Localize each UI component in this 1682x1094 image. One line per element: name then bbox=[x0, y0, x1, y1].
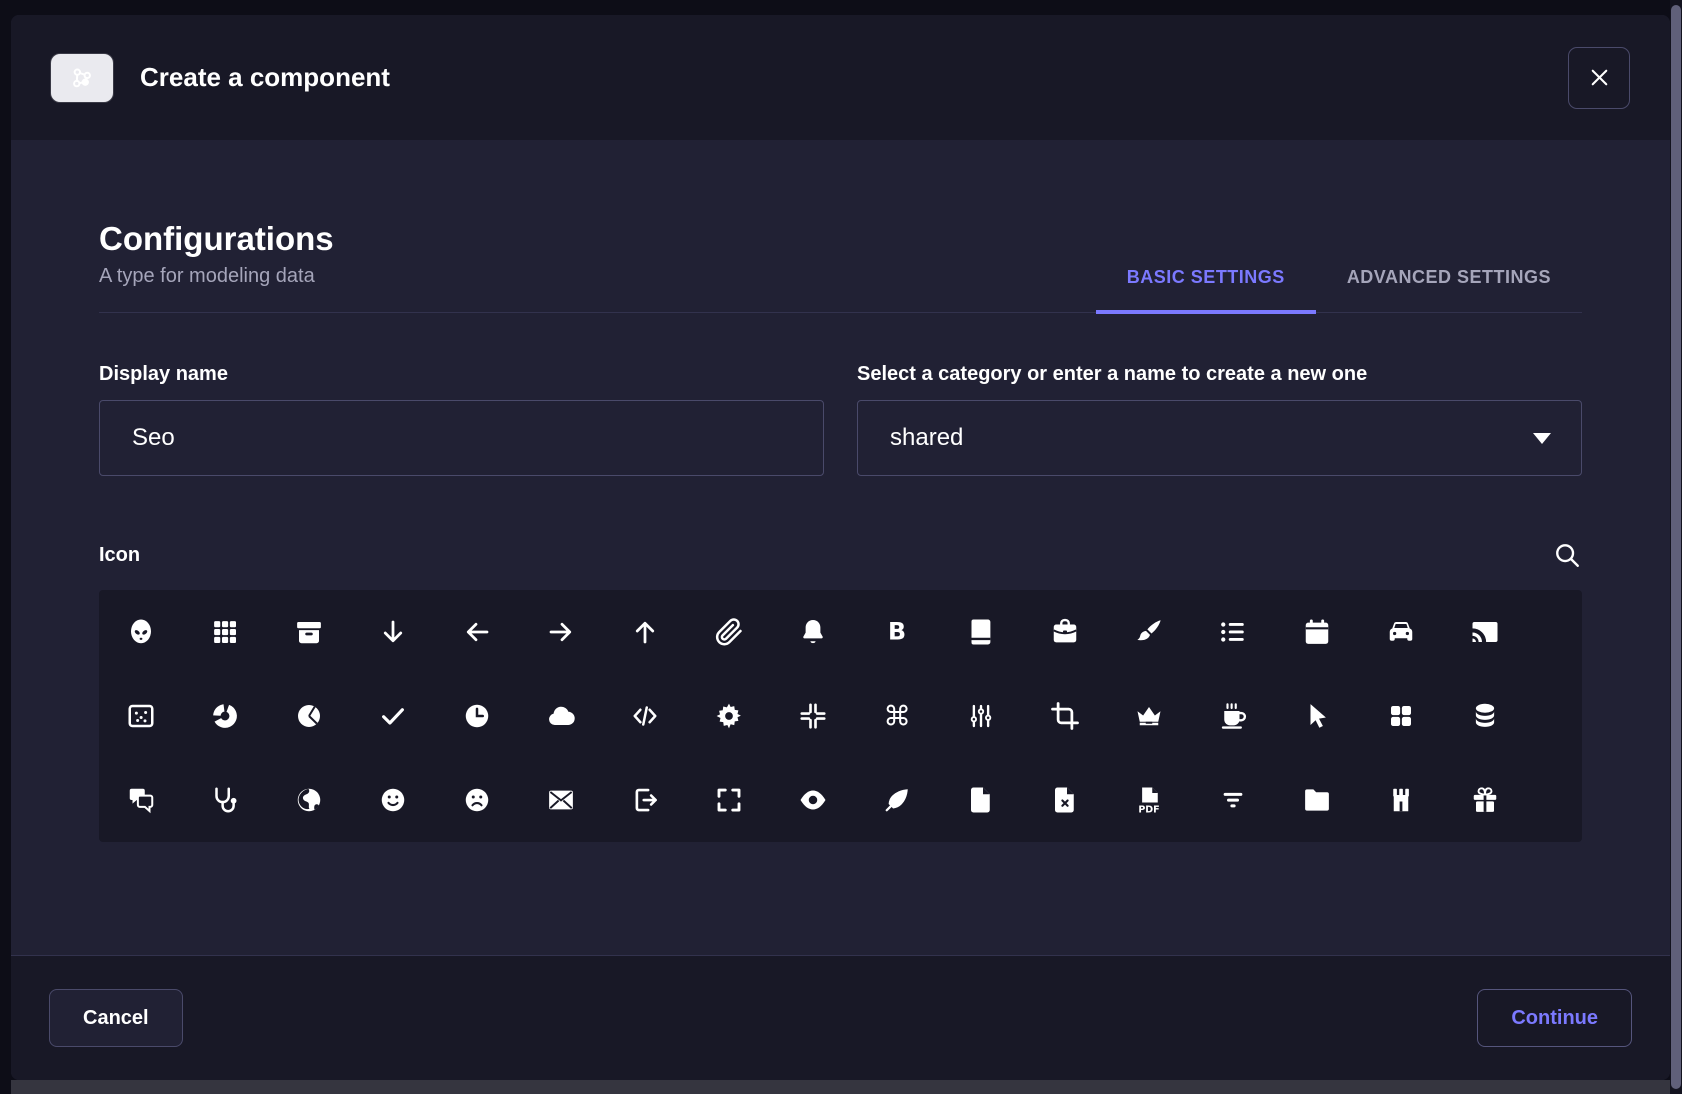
display-name-input[interactable] bbox=[99, 400, 824, 476]
cloud-icon[interactable] bbox=[519, 674, 603, 758]
envelop-icon[interactable] bbox=[519, 758, 603, 842]
section-head: Configurations A type for modeling data … bbox=[99, 220, 1582, 313]
arrow-right-icon[interactable] bbox=[519, 590, 603, 674]
close-button[interactable] bbox=[1568, 47, 1630, 109]
clock-icon[interactable] bbox=[435, 674, 519, 758]
display-name-label: Display name bbox=[99, 363, 824, 386]
gift-icon[interactable] bbox=[1443, 758, 1527, 842]
calendar-icon[interactable] bbox=[1275, 590, 1359, 674]
form-row: Display name Select a category or enter … bbox=[99, 363, 1582, 476]
cancel-button[interactable]: Cancel bbox=[49, 989, 183, 1047]
chart-bubble-icon[interactable] bbox=[99, 674, 183, 758]
cup-icon[interactable] bbox=[1191, 674, 1275, 758]
svg-text:B: B bbox=[888, 618, 906, 646]
arrow-left-icon[interactable] bbox=[435, 590, 519, 674]
chart-circle-icon[interactable] bbox=[183, 674, 267, 758]
dialog-title: Create a component bbox=[140, 62, 390, 93]
database-icon[interactable] bbox=[1443, 674, 1527, 758]
component-icon bbox=[51, 54, 113, 102]
scrollbar-thumb[interactable] bbox=[1671, 5, 1681, 1089]
icon-grid: B ⌘ PDF bbox=[99, 590, 1582, 842]
code-icon[interactable] bbox=[603, 674, 687, 758]
crown-icon[interactable] bbox=[1107, 674, 1191, 758]
command-icon[interactable]: ⌘ bbox=[855, 674, 939, 758]
eye-icon[interactable] bbox=[771, 758, 855, 842]
check-icon[interactable] bbox=[351, 674, 435, 758]
scrollbar[interactable] bbox=[1670, 0, 1682, 1094]
bell-icon[interactable] bbox=[771, 590, 855, 674]
earth-icon[interactable] bbox=[267, 758, 351, 842]
icon-section-head: Icon bbox=[99, 540, 1582, 570]
car-icon[interactable] bbox=[1359, 590, 1443, 674]
page-title: Configurations bbox=[99, 220, 334, 258]
settings-tabs: BASIC SETTINGS ADVANCED SETTINGS bbox=[1096, 267, 1582, 312]
category-select[interactable]: shared bbox=[857, 400, 1582, 476]
emotion-happy-icon[interactable] bbox=[351, 758, 435, 842]
file-error-icon[interactable] bbox=[1023, 758, 1107, 842]
feather-icon[interactable] bbox=[855, 758, 939, 842]
arrow-up-icon[interactable] bbox=[603, 590, 687, 674]
chevron-down-icon bbox=[1533, 433, 1551, 444]
emotion-unhappy-icon[interactable] bbox=[435, 758, 519, 842]
filter-icon[interactable] bbox=[1191, 758, 1275, 842]
book-icon[interactable] bbox=[939, 590, 1023, 674]
brush-icon[interactable] bbox=[1107, 590, 1191, 674]
expand-icon[interactable] bbox=[687, 758, 771, 842]
bold-icon[interactable]: B bbox=[855, 590, 939, 674]
cog-icon[interactable] bbox=[687, 674, 771, 758]
file-icon[interactable] bbox=[939, 758, 1023, 842]
briefcase-icon[interactable] bbox=[1023, 590, 1107, 674]
dialog-footer: Cancel Continue bbox=[11, 955, 1670, 1080]
cursor-icon[interactable] bbox=[1275, 674, 1359, 758]
svg-text:⌘: ⌘ bbox=[883, 701, 911, 731]
discuss-icon[interactable] bbox=[99, 758, 183, 842]
gate-icon[interactable] bbox=[1359, 758, 1443, 842]
attachment-icon[interactable] bbox=[687, 590, 771, 674]
connector-icon[interactable] bbox=[939, 674, 1023, 758]
tab-advanced-settings[interactable]: ADVANCED SETTINGS bbox=[1316, 267, 1582, 312]
category-label: Select a category or enter a name to cre… bbox=[857, 363, 1582, 386]
crop-icon[interactable] bbox=[1023, 674, 1107, 758]
doctor-icon[interactable] bbox=[183, 758, 267, 842]
dialog-header: Create a component bbox=[11, 15, 1670, 140]
file-pdf-icon[interactable]: PDF bbox=[1107, 758, 1191, 842]
archive-icon[interactable] bbox=[267, 590, 351, 674]
close-icon bbox=[1587, 65, 1612, 90]
exit-icon[interactable] bbox=[603, 758, 687, 842]
create-component-dialog: Create a component Configurations A type… bbox=[11, 15, 1670, 1080]
category-select-value: shared bbox=[890, 424, 963, 452]
collapse-icon[interactable] bbox=[771, 674, 855, 758]
folder-icon[interactable] bbox=[1275, 758, 1359, 842]
tab-basic-settings[interactable]: BASIC SETTINGS bbox=[1096, 267, 1316, 314]
dialog-body: Configurations A type for modeling data … bbox=[11, 140, 1670, 955]
search-icon bbox=[1552, 540, 1582, 570]
alien-icon[interactable] bbox=[99, 590, 183, 674]
continue-button[interactable]: Continue bbox=[1477, 989, 1632, 1047]
page-subtitle: A type for modeling data bbox=[99, 265, 334, 288]
icon-search-button[interactable] bbox=[1552, 540, 1582, 570]
icon-label: Icon bbox=[99, 544, 140, 567]
arrow-down-icon[interactable] bbox=[351, 590, 435, 674]
svg-text:PDF: PDF bbox=[1138, 804, 1159, 815]
chart-pie-icon[interactable] bbox=[267, 674, 351, 758]
cast-icon[interactable] bbox=[1443, 590, 1527, 674]
apps-icon[interactable] bbox=[183, 590, 267, 674]
bullet-list-icon[interactable] bbox=[1191, 590, 1275, 674]
dashboard-icon[interactable] bbox=[1359, 674, 1443, 758]
page-bottom-strip bbox=[11, 1080, 1670, 1094]
